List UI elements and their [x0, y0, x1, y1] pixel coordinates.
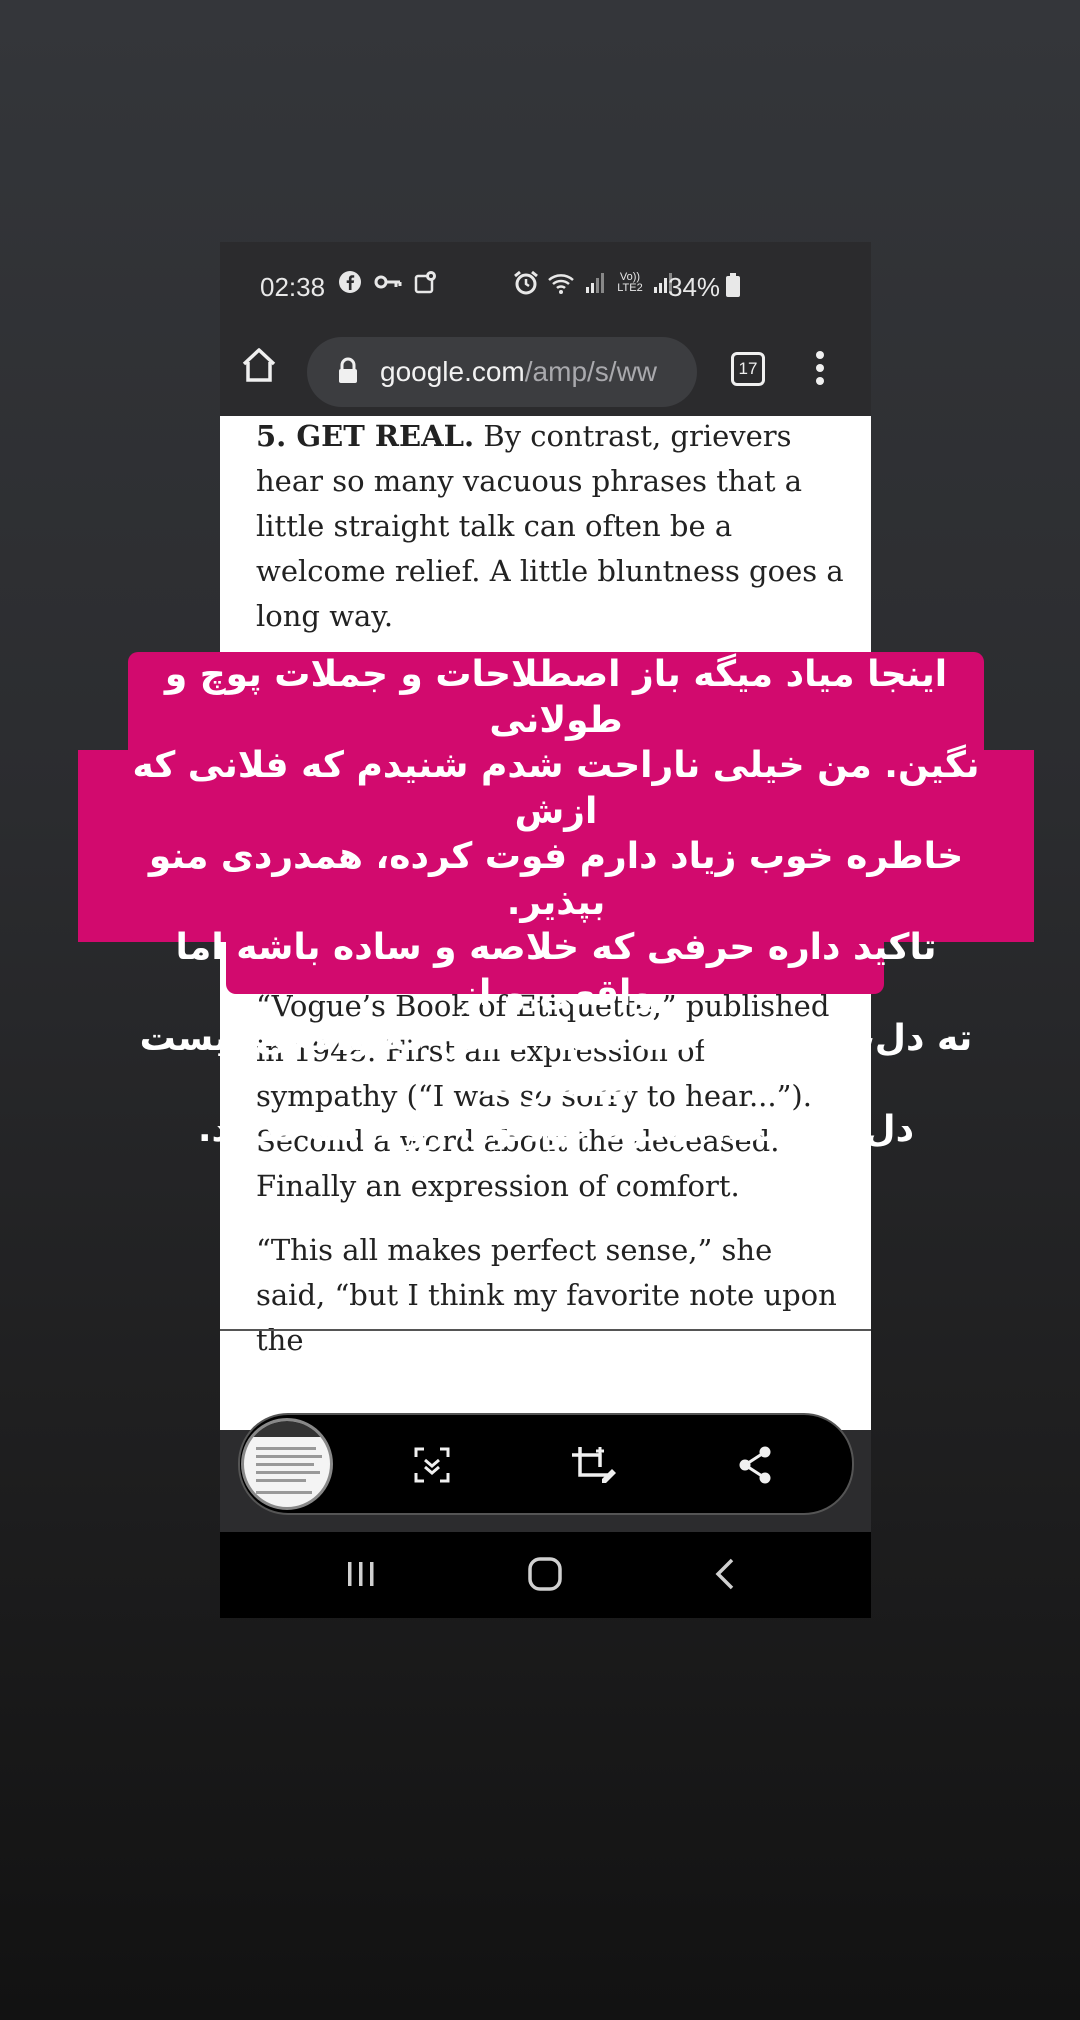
- scroll-capture-icon[interactable]: [412, 1445, 452, 1485]
- caption-line-2: نگین. من خیلی ناراحت شدم شنیدم که فلانی …: [132, 745, 980, 832]
- status-time: 02:38: [260, 272, 326, 302]
- browser-toolbar: google.com/amp/s/ww 17: [220, 322, 871, 416]
- more-menu-icon[interactable]: [814, 350, 826, 386]
- crop-edit-icon[interactable]: [570, 1445, 618, 1485]
- navigation-bar: [220, 1532, 871, 1618]
- caption-line-5: ته دل، از دو ساعت قصه گفتن که واقعی نیست…: [139, 1018, 973, 1105]
- home-button-icon[interactable]: [525, 1554, 565, 1594]
- home-icon[interactable]: [240, 346, 278, 384]
- recent-apps-icon[interactable]: [344, 1554, 378, 1594]
- caption-line-1: اینجا میاد میگه باز اصطلاحات و جملات پوچ…: [164, 654, 948, 741]
- caption-line-4: تاکید داره حرفی که خلاصه و ساده باشه اما…: [175, 927, 937, 1014]
- article-heading: 5. GET REAL.: [256, 419, 475, 453]
- lock-icon: [339, 357, 357, 383]
- tab-switcher-button[interactable]: 17: [731, 352, 765, 386]
- back-icon[interactable]: [710, 1554, 740, 1594]
- caption-line-6: دل میشینه، بیخود خودتون رو اذیت نکنید.: [197, 1109, 915, 1150]
- caption-line-3: خاطره خوب زیاد دارم فوت کرده، همدردی منو…: [148, 836, 964, 923]
- share-icon[interactable]: [737, 1445, 773, 1485]
- url-bar[interactable]: google.com/amp/s/ww: [307, 337, 697, 407]
- battery-icon: [726, 273, 740, 297]
- persian-caption: اینجا میاد میگه باز اصطلاحات و جملات پوچ…: [126, 652, 986, 1153]
- url-text: google.com/amp/s/ww: [380, 356, 658, 387]
- article-paragraph-1: 5. GET REAL. By contrast, grievers hear …: [256, 414, 846, 639]
- status-bar: 02:38 Vo)) LTE2 34%: [220, 242, 871, 322]
- battery-percent: 34%: [668, 272, 721, 302]
- location-map-icon: [414, 271, 436, 294]
- article-paragraph-3: “This all makes perfect sense,” she said…: [256, 1233, 837, 1357]
- alarm-icon: [514, 270, 538, 295]
- lte-label: Vo)) LTE2: [617, 271, 643, 294]
- wifi-icon: [548, 274, 574, 294]
- vpn-key-icon: [374, 275, 402, 289]
- screenshot-thumbnail[interactable]: [241, 1418, 333, 1510]
- facebook-icon: [339, 271, 361, 293]
- screenshot-toolbar: [238, 1413, 854, 1515]
- divider: [220, 1329, 871, 1331]
- signal-icon: [586, 273, 604, 293]
